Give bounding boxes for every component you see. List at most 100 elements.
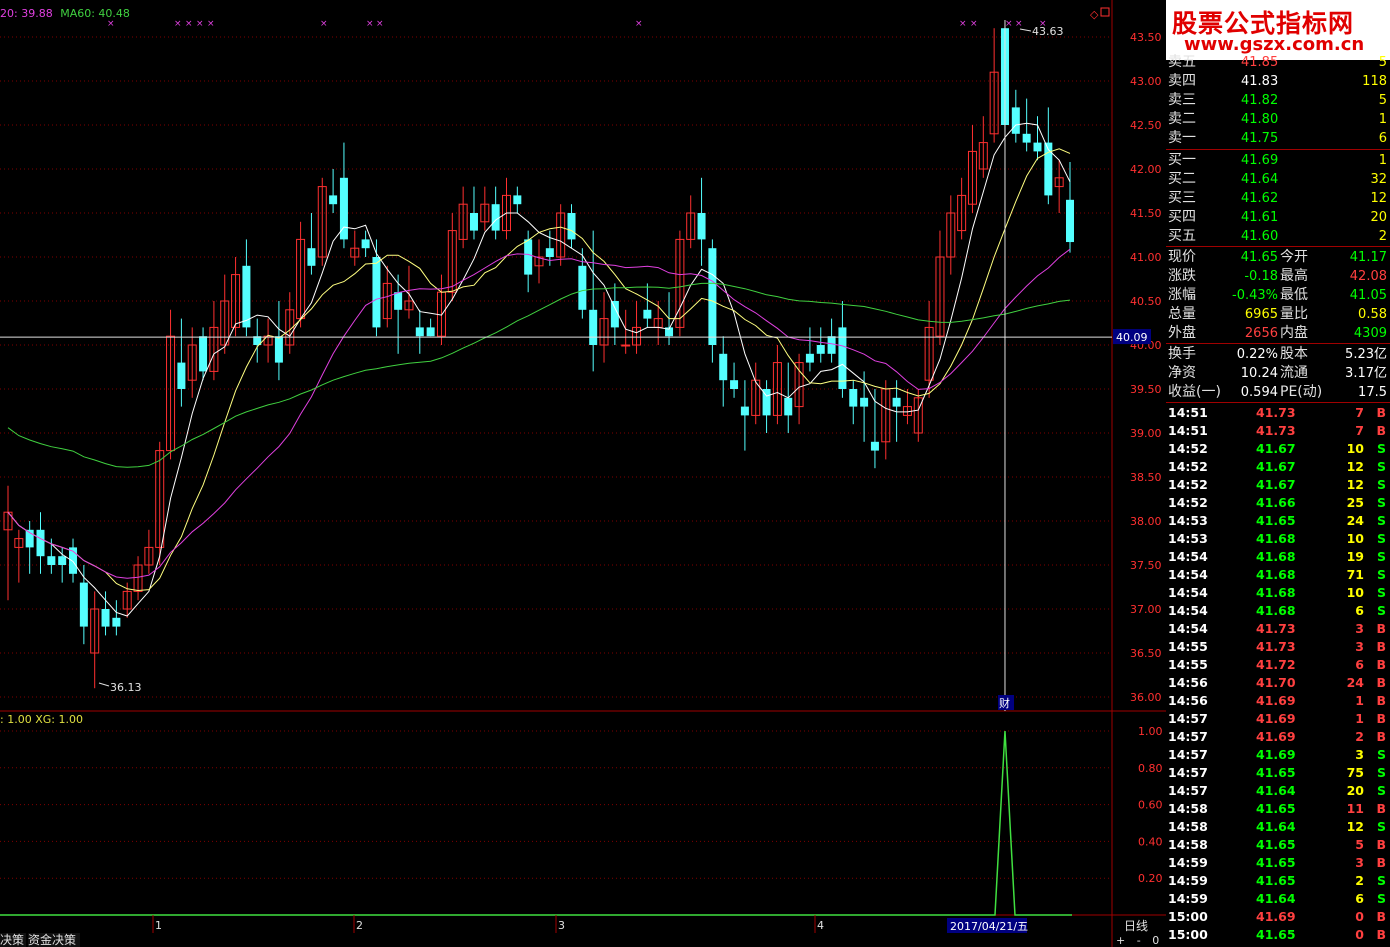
tick-price: 41.73 (1256, 621, 1296, 636)
order-book-volume: 5 (1378, 93, 1387, 108)
tick-row: 15:00 41.65 0 B (1166, 926, 1390, 944)
tick-side: S (1376, 783, 1386, 798)
tick-time: 14:51 (1168, 423, 1208, 438)
ma60-legend: MA60: 40.48 (60, 7, 130, 20)
cai-label: 财 (999, 696, 1010, 710)
stat-value: 17.5 (1358, 385, 1387, 400)
period-label[interactable]: 日线 (1124, 917, 1148, 934)
tick-time: 14:51 (1168, 405, 1208, 420)
tick-row: 14:52 41.66 25 S (1166, 494, 1390, 512)
order-book-price: 41.82 (1241, 93, 1279, 108)
price-tick-label: 40.50 (1130, 295, 1162, 308)
order-book-row: 卖五 41.85 5 (1166, 53, 1390, 72)
price-tick-label: 38.50 (1130, 471, 1162, 484)
stat-value: 6965 (1244, 307, 1278, 322)
order-book-price: 41.61 (1241, 210, 1279, 225)
zoom-reset-button[interactable]: 0 (1152, 934, 1159, 947)
tick-row: 14:51 41.73 7 B (1166, 404, 1390, 422)
tick-price: 41.68 (1256, 603, 1296, 618)
tick-side: S (1376, 441, 1386, 456)
sub-tick-label: 0.80 (1138, 762, 1163, 775)
tick-volume: 6 (1355, 603, 1364, 618)
order-book-row: 买二 41.64 32 (1166, 170, 1390, 189)
order-book-volume: 32 (1370, 172, 1387, 187)
order-book-row: 买一 41.69 1 (1166, 151, 1390, 170)
signal-marker: × (970, 19, 978, 29)
tick-volume: 19 (1346, 549, 1364, 564)
candle-body (567, 213, 576, 240)
tick-side: B (1376, 855, 1386, 870)
low-pointer (98, 682, 110, 687)
candle-body (58, 556, 67, 565)
zoom-in-button[interactable]: + (1116, 934, 1125, 947)
tick-row: 14:58 41.64 12 S (1166, 818, 1390, 836)
tick-row: 14:52 41.67 12 S (1166, 476, 1390, 494)
stat-value: 0.22% (1236, 347, 1278, 362)
price-tick-label: 41.00 (1130, 251, 1162, 264)
candle-body (415, 327, 424, 337)
tick-side: S (1376, 873, 1386, 888)
candle-body (1044, 142, 1053, 196)
tick-time: 14:57 (1168, 765, 1208, 780)
tick-time: 14:54 (1168, 621, 1208, 636)
month-label: 1 (155, 919, 162, 932)
order-book-volume: 1 (1378, 112, 1387, 127)
tick-row: 14:59 41.65 2 S (1166, 872, 1390, 890)
tick-side: B (1376, 927, 1386, 942)
tick-price: 41.68 (1256, 549, 1296, 564)
tab-decision[interactable]: 决策 (0, 933, 26, 947)
order-book-price: 41.75 (1241, 131, 1279, 146)
signal-marker: × (196, 19, 204, 29)
candle-body (621, 344, 631, 347)
ma20-line (7, 248, 1071, 579)
candle-body (101, 609, 110, 627)
candle-body (242, 265, 251, 328)
price-tick-label: 41.50 (1130, 207, 1162, 220)
ticks-divider (1166, 402, 1390, 403)
tick-row: 14:53 41.68 10 S (1166, 530, 1390, 548)
candle-body (274, 336, 283, 363)
kline-chart[interactable]: 43.5043.0042.5042.0041.5041.0040.5040.00… (0, 0, 1166, 947)
order-book-divider (1166, 149, 1390, 150)
tick-volume: 0 (1355, 909, 1364, 924)
tick-price: 41.69 (1256, 693, 1296, 708)
stat-label: 内盘 (1280, 325, 1308, 341)
tick-price: 41.72 (1256, 657, 1296, 672)
price-tick-label: 37.50 (1130, 559, 1162, 572)
candle-body (589, 309, 598, 345)
zoom-out-button[interactable]: - (1137, 934, 1141, 947)
stats-divider (1166, 246, 1390, 247)
tick-time: 14:58 (1168, 837, 1208, 852)
tick-time: 14:59 (1168, 873, 1208, 888)
stats-divider (1166, 343, 1390, 344)
quote-panel: 卖五 41.85 5 卖四 41.83 118 卖三 41.82 5 卖二 41.80 1 卖一 41.7… (1166, 54, 1390, 947)
order-book-price: 41.62 (1241, 191, 1279, 206)
order-book-label: 买二 (1168, 171, 1196, 187)
tick-row: 14:57 41.69 3 S (1166, 746, 1390, 764)
tick-side: S (1376, 549, 1386, 564)
candle-body (827, 336, 836, 354)
tick-row: 14:52 41.67 10 S (1166, 440, 1390, 458)
tick-price: 41.65 (1256, 765, 1296, 780)
tick-price: 41.65 (1256, 837, 1296, 852)
signal-marker: × (1005, 19, 1013, 29)
stat-value: 0.58 (1358, 307, 1387, 322)
tick-row: 14:55 41.72 6 B (1166, 656, 1390, 674)
order-book-price: 41.64 (1241, 172, 1279, 187)
tick-price: 41.73 (1256, 423, 1296, 438)
candle-body (361, 239, 370, 249)
price-tick-label: 36.00 (1130, 691, 1162, 704)
tick-volume: 3 (1355, 621, 1364, 636)
tick-price: 41.69 (1256, 729, 1296, 744)
tick-price: 41.73 (1256, 639, 1296, 654)
tick-price: 41.69 (1256, 747, 1296, 762)
signal-marker: × (174, 19, 182, 29)
tick-volume: 3 (1355, 855, 1364, 870)
tab-capital-decision[interactable]: 资金决策 (28, 933, 80, 947)
quote-stat-row: 外盘 2656 内盘 4309 (1166, 324, 1390, 343)
month-label: 2 (356, 919, 363, 932)
tick-row: 14:54 41.68 10 S (1166, 584, 1390, 602)
site-logo: 股票公式指标网 www.gszx.com.cn (1166, 0, 1390, 60)
tick-row: 14:57 41.69 2 B (1166, 728, 1390, 746)
stat-label: 换手 (1168, 346, 1196, 362)
